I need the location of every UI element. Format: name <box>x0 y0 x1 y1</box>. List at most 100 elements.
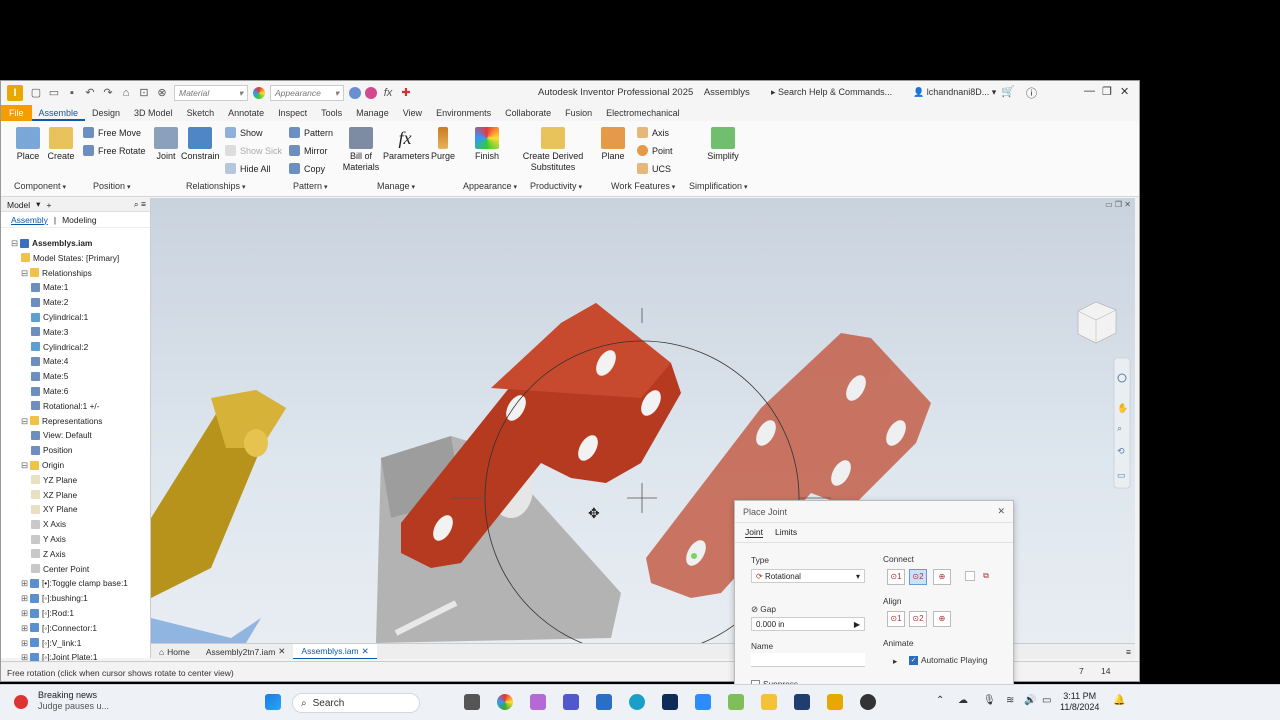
tab-file[interactable]: File <box>1 105 32 121</box>
obs-icon[interactable] <box>860 694 876 710</box>
windows-start-icon[interactable] <box>265 694 281 710</box>
tree-expander-icon[interactable]: ⊞ <box>21 608 28 618</box>
chevron-right-icon[interactable]: ▸ <box>893 656 897 666</box>
tree-item[interactable]: Mate:2 <box>31 297 68 307</box>
tab-tools[interactable]: Tools <box>314 105 349 121</box>
navigation-bar[interactable]: ✋ ⌕ ⟲ ▭ <box>1113 357 1131 489</box>
user-account[interactable]: 👤 lchandnani8D... ▾ <box>913 87 996 98</box>
mirror-button[interactable]: Mirror <box>289 145 328 156</box>
store-icon[interactable] <box>728 694 744 710</box>
tree-expander-icon[interactable]: ⊟ <box>21 268 28 278</box>
tab-fusion[interactable]: Fusion <box>558 105 599 121</box>
finish-button[interactable]: Finish <box>471 127 503 161</box>
tree-expander-icon[interactable]: ⊟ <box>11 238 18 248</box>
plane-button[interactable]: Plane <box>599 127 627 161</box>
teams-icon[interactable] <box>563 694 579 710</box>
wifi-icon[interactable]: ≋ <box>1006 695 1014 706</box>
system-clock[interactable]: 3:11 PM 11/8/2024 <box>1060 691 1099 713</box>
tree-item[interactable]: ⊞ [◦]:V_link:1 <box>21 638 81 648</box>
tab-assemble[interactable]: Assemble <box>31 105 86 121</box>
tree-expander-icon[interactable]: ⊞ <box>21 593 28 603</box>
battery-icon[interactable]: ▭ <box>1042 695 1051 706</box>
v-link-part[interactable] <box>151 390 286 643</box>
open-file-icon[interactable]: ▭ <box>47 86 61 100</box>
group-manage[interactable]: Manage <box>377 181 415 191</box>
fx-parameters-icon[interactable]: fx <box>381 86 395 100</box>
copilot-icon[interactable] <box>530 694 546 710</box>
tree-item[interactable]: Mate:4 <box>31 356 68 366</box>
free-move-button[interactable]: Free Move <box>83 127 141 138</box>
show-button[interactable]: Show <box>225 127 263 138</box>
place-button[interactable]: Place <box>13 127 43 161</box>
app-logo-icon[interactable]: I <box>7 85 23 101</box>
close-icon[interactable]: ✕ <box>997 506 1005 517</box>
undo-icon[interactable]: ↶ <box>83 86 97 100</box>
tab-design[interactable]: Design <box>85 105 127 121</box>
news-widget[interactable]: Breaking news Judge pauses u... <box>38 690 109 712</box>
notifications-icon[interactable]: 🔔 <box>1113 695 1125 706</box>
bill-of-materials-button[interactable]: Bill of Materials <box>341 127 381 173</box>
new-file-icon[interactable]: ▢ <box>29 86 43 100</box>
tree-item[interactable]: Position <box>31 445 73 455</box>
microphone-icon[interactable]: 🎙 <box>983 695 996 706</box>
color-icon[interactable]: ⧉ <box>977 569 995 585</box>
gap-input[interactable]: 0.000 in ▶ <box>751 617 865 631</box>
tree-item[interactable]: ⊟ Origin <box>21 460 64 470</box>
cloud-icon[interactable]: ☁ <box>958 695 968 706</box>
home-icon[interactable]: ⌂ <box>119 86 133 100</box>
play-icon[interactable]: ▶ <box>854 620 860 629</box>
zoom-icon[interactable] <box>695 694 711 710</box>
tree-item[interactable]: ⊞ [◦]:Rod:1 <box>21 608 74 618</box>
browser-tab-assembly[interactable]: Assembly <box>11 215 48 225</box>
copy-button[interactable]: Copy <box>289 163 325 174</box>
close-icon[interactable]: ✕ <box>362 646 369 657</box>
tab-sketch[interactable]: Sketch <box>180 105 222 121</box>
joint-button[interactable]: Joint <box>153 127 179 161</box>
minimize-icon[interactable]: — <box>1084 85 1095 97</box>
clear-override-icon[interactable]: ⊗ <box>155 86 169 100</box>
create-button[interactable]: Create <box>45 127 77 161</box>
redo-icon[interactable]: ↷ <box>101 86 115 100</box>
plus-icon[interactable]: ✚ <box>399 86 413 100</box>
file-explorer-icon[interactable] <box>761 694 777 710</box>
news-icon[interactable] <box>14 695 28 709</box>
tab-inspect[interactable]: Inspect <box>271 105 314 121</box>
tab-annotate[interactable]: Annotate <box>221 105 271 121</box>
parameters-button[interactable]: fx Parameters <box>383 127 430 161</box>
tree-item[interactable]: Rotational:1 +/- <box>31 401 100 411</box>
tray-chevron-icon[interactable]: ⌃ <box>936 695 944 706</box>
tree-expander-icon[interactable]: ⊞ <box>21 623 28 633</box>
outlook-icon[interactable] <box>596 694 612 710</box>
align-1-button[interactable]: ⊙1 <box>887 611 905 627</box>
purge-button[interactable]: Purge <box>429 127 457 161</box>
tree-item[interactable]: YZ Plane <box>31 475 77 485</box>
tree-item[interactable]: ⊞ [◦]:bushing:1 <box>21 593 88 603</box>
tree-item[interactable]: View: Default <box>31 430 92 440</box>
tab-view[interactable]: View <box>396 105 429 121</box>
hide-all-button[interactable]: Hide All <box>225 163 271 174</box>
tree-item[interactable]: Mate:5 <box>31 371 68 381</box>
automatic-playing-checkbox[interactable]: ✓ Automatic Playing <box>909 655 987 665</box>
select-icon[interactable]: ⊡ <box>137 86 151 100</box>
tree-item[interactable]: Cylindrical:2 <box>31 342 88 352</box>
taskbar-search[interactable]: ⌕ Search <box>292 693 420 713</box>
doc-tab-assemblys[interactable]: Assemblys.iam ✕ <box>293 644 377 659</box>
chrome-icon[interactable] <box>497 694 513 710</box>
help-icon[interactable]: ⓘ <box>1026 85 1037 101</box>
align-flip-button[interactable]: ⊕ <box>933 611 951 627</box>
close-icon[interactable]: ✕ <box>278 646 285 657</box>
tree-item[interactable]: Z Axis <box>31 549 66 559</box>
edge-icon[interactable] <box>629 694 645 710</box>
tab-3d-model[interactable]: 3D Model <box>127 105 180 121</box>
free-rotate-button[interactable]: Free Rotate <box>83 145 146 156</box>
viewport-window-controls[interactable]: ▭ ❐ ✕ <box>1105 200 1131 209</box>
add-icon[interactable]: + <box>46 200 51 210</box>
group-relationships[interactable]: Relationships <box>186 181 246 191</box>
connect-flip-button[interactable]: ⊕ <box>933 569 951 585</box>
align-2-button[interactable]: ⊙2 <box>909 611 927 627</box>
group-pattern[interactable]: Pattern <box>293 181 328 191</box>
name-input[interactable] <box>751 653 865 667</box>
tab-manage[interactable]: Manage <box>349 105 396 121</box>
tree-item[interactable]: Cylindrical:1 <box>31 312 88 322</box>
maximize-icon[interactable]: ❐ <box>1102 85 1112 98</box>
